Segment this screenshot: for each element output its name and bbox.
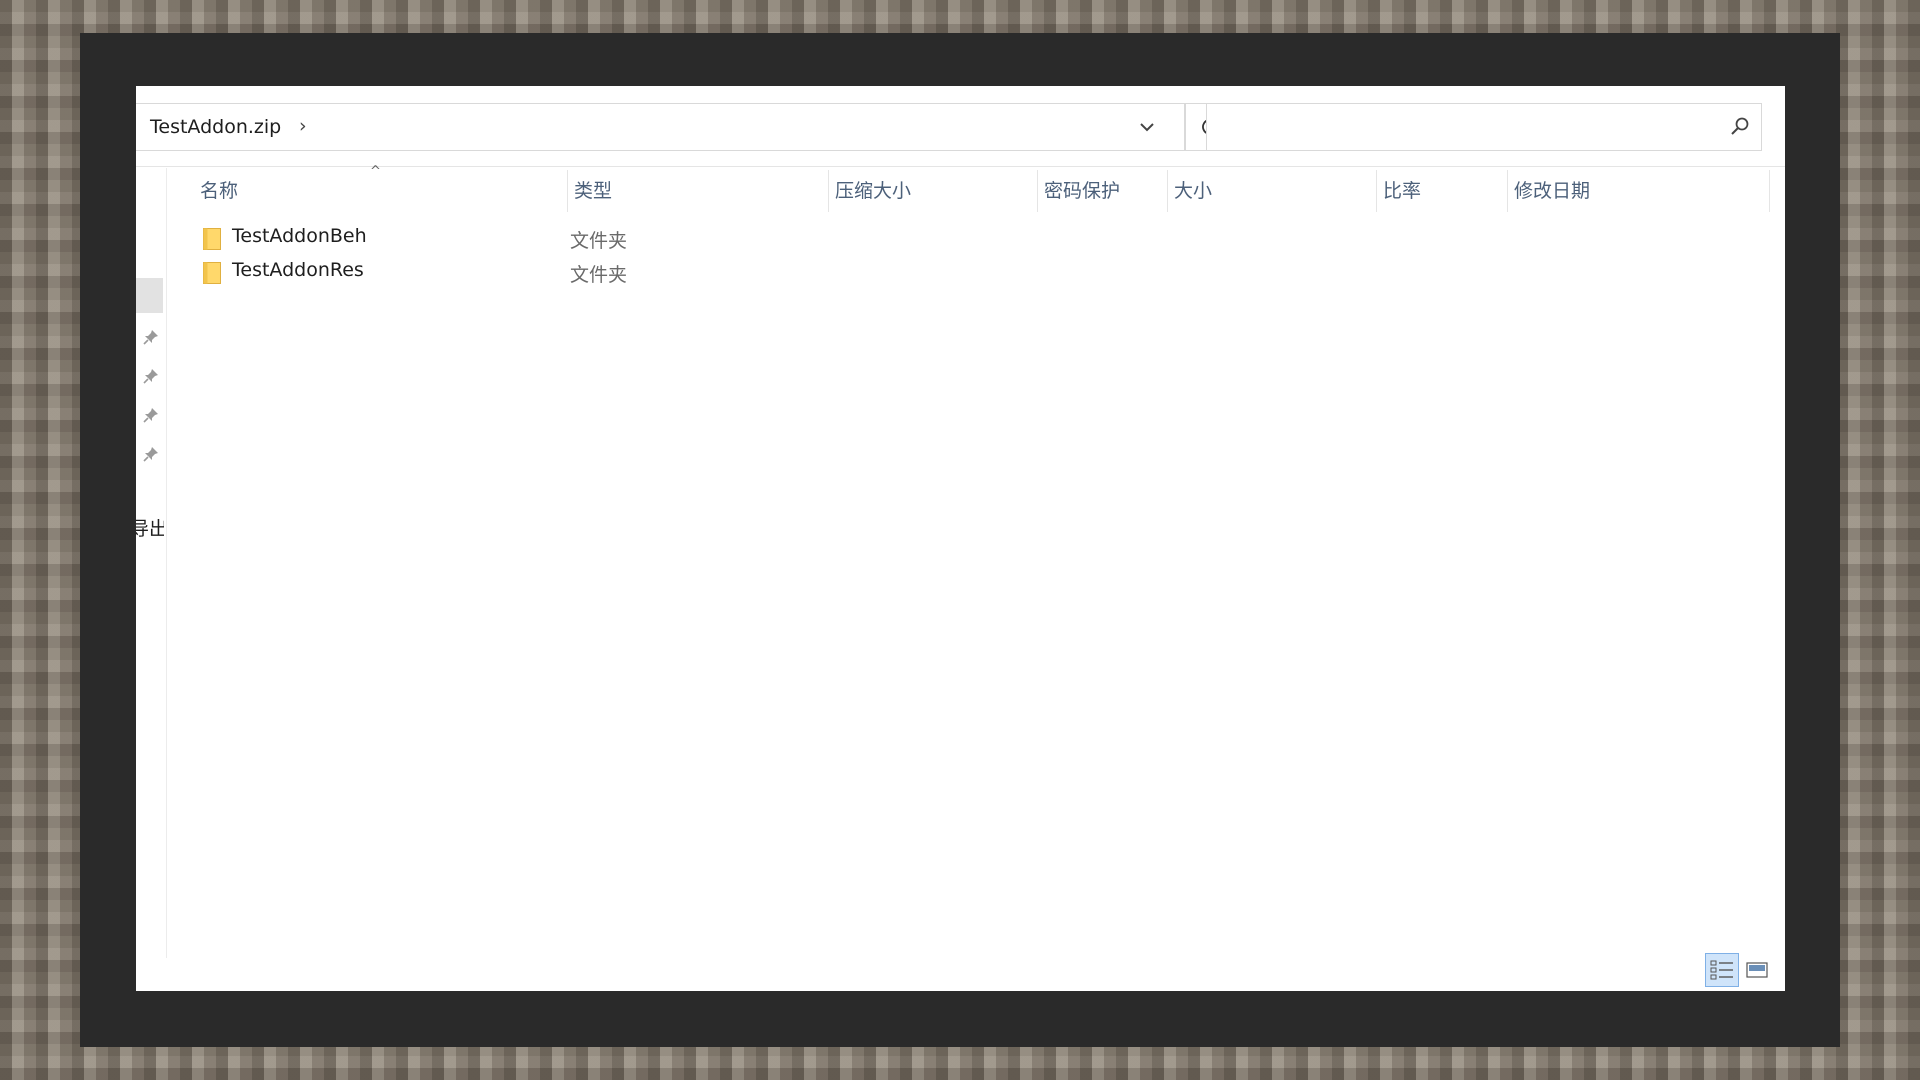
- file-type: 文件夹: [570, 264, 628, 286]
- column-header-password-protected[interactable]: 密码保护: [1038, 170, 1168, 212]
- column-header-compressed-size[interactable]: 压缩大小: [829, 170, 1038, 212]
- search-input[interactable]: [1213, 110, 1697, 146]
- address-bar[interactable]: TestAddon.zip ›: [136, 103, 1185, 151]
- file-name: TestAddonRes: [232, 259, 364, 281]
- list-item[interactable]: TestAddonBeh 文件夹: [194, 221, 1754, 255]
- column-header-size[interactable]: 大小: [1168, 170, 1377, 212]
- file-name: TestAddonBeh: [232, 225, 367, 247]
- column-header-name[interactable]: 名称: [194, 170, 568, 212]
- column-header-ratio[interactable]: 比率: [1377, 170, 1508, 212]
- navigation-pane: 导出(: [136, 168, 167, 958]
- toolbar-divider: [136, 166, 1785, 167]
- folder-icon: [203, 228, 221, 250]
- details-view-button[interactable]: [1705, 953, 1739, 987]
- file-explorer-window: TestAddon.zip › 导出(: [136, 86, 1785, 991]
- pin-icon[interactable]: [142, 328, 160, 346]
- column-header-date-modified[interactable]: 修改日期: [1508, 170, 1770, 212]
- file-type: 文件夹: [570, 230, 628, 252]
- search-box[interactable]: [1206, 103, 1762, 151]
- pin-icon[interactable]: [142, 445, 160, 463]
- pin-icon[interactable]: [142, 406, 160, 424]
- search-icon[interactable]: [1729, 116, 1751, 138]
- folder-icon: [203, 262, 221, 284]
- details-view-icon: [1710, 960, 1733, 980]
- nav-item-truncated-label[interactable]: 导出(: [136, 514, 164, 541]
- chevron-down-icon[interactable]: [1136, 116, 1158, 138]
- column-header-type[interactable]: 类型: [568, 170, 829, 212]
- large-icons-view-icon[interactable]: [1745, 958, 1769, 982]
- breadcrumb-zip[interactable]: TestAddon.zip: [150, 116, 281, 138]
- pin-icon[interactable]: [142, 367, 160, 385]
- breadcrumb-chevron-icon[interactable]: ›: [299, 115, 307, 137]
- list-item[interactable]: TestAddonRes 文件夹: [194, 255, 1754, 289]
- nav-item-selected[interactable]: [136, 278, 163, 313]
- column-header-row: ^ 名称 类型 压缩大小 密码保护 大小 比率 修改日期: [194, 164, 1785, 212]
